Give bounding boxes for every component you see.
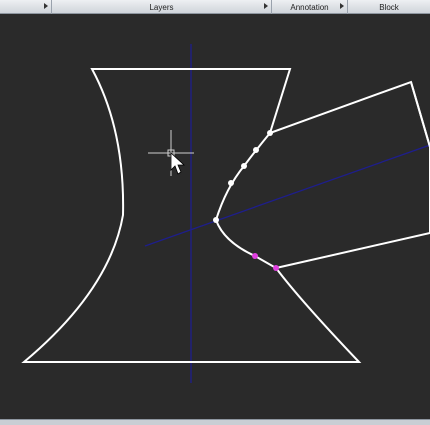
- grip-point[interactable]: [267, 130, 273, 136]
- auxiliary-view-edge[interactable]: [410, 81, 430, 148]
- grip-point[interactable]: [228, 180, 234, 186]
- arrow-pointer-icon: [170, 152, 186, 175]
- grip-point[interactable]: [241, 163, 247, 169]
- grip-point-selected[interactable]: [252, 253, 258, 259]
- bottom-scrollbar[interactable]: [0, 419, 430, 425]
- grip-point-selected[interactable]: [273, 265, 279, 271]
- grip-point[interactable]: [213, 217, 219, 223]
- drawing-canvas[interactable]: [0, 0, 430, 425]
- grip-point[interactable]: [253, 147, 259, 153]
- construction-line-inclined[interactable]: [144, 144, 430, 247]
- auxiliary-view-outline[interactable]: [269, 80, 430, 269]
